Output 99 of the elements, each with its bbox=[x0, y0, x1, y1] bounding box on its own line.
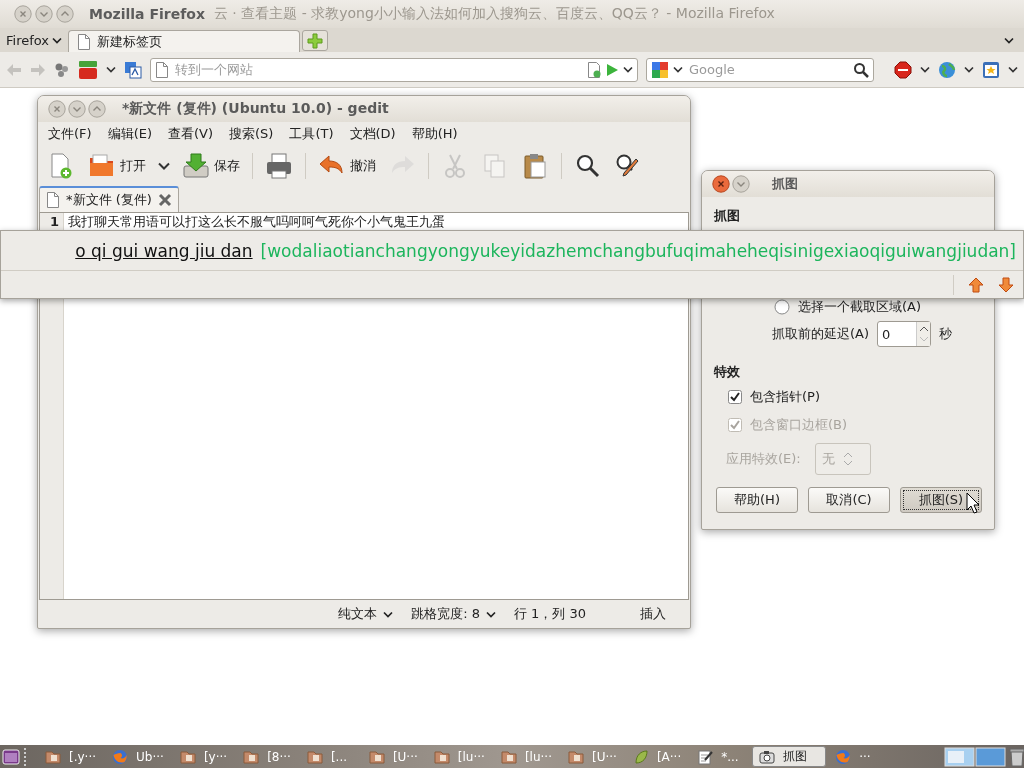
notepad-icon bbox=[697, 748, 714, 765]
undo-button[interactable]: 撤消 bbox=[314, 149, 380, 183]
folder-icon bbox=[500, 748, 517, 765]
unit-label: 秒 bbox=[939, 325, 953, 343]
document-tab[interactable]: *新文件 (复件) bbox=[39, 186, 179, 212]
caret-icon[interactable] bbox=[1004, 36, 1014, 44]
search-icon bbox=[574, 152, 602, 180]
tab-label: *新文件 (复件) bbox=[66, 191, 152, 209]
window-title: 抓图 bbox=[772, 175, 798, 193]
dots-icon[interactable] bbox=[54, 61, 70, 78]
page-icon bbox=[46, 192, 60, 208]
radio-label: 选择一个截取区域(A) bbox=[798, 298, 922, 316]
open-button[interactable]: 打开 bbox=[84, 149, 150, 183]
taskbar-item[interactable]: *... bbox=[690, 746, 751, 767]
folder-icon bbox=[243, 748, 260, 765]
down-arrow-icon[interactable] bbox=[998, 276, 1014, 293]
menu-item[interactable]: 编辑(E) bbox=[99, 125, 160, 143]
taskbar-item[interactable]: 抓图 bbox=[752, 746, 827, 767]
menu-item[interactable]: 搜索(S) bbox=[221, 125, 282, 143]
caret-icon[interactable] bbox=[920, 66, 930, 73]
workspace-switcher-icon[interactable] bbox=[944, 746, 1006, 767]
caret-icon[interactable] bbox=[1008, 66, 1018, 73]
colored-squares-icon[interactable] bbox=[651, 60, 669, 79]
preedit-text: o qi gui wang jiu dan bbox=[75, 240, 253, 261]
caret-icon[interactable] bbox=[623, 66, 633, 73]
taskbar-item[interactable]: ··· bbox=[828, 746, 889, 767]
checkbox-label: 包含窗口边框(B) bbox=[750, 416, 848, 434]
clipboard-icon bbox=[521, 152, 549, 180]
leaf-icon bbox=[632, 748, 649, 765]
video-icon[interactable] bbox=[78, 59, 98, 80]
taskbar-item[interactable]: [... bbox=[299, 746, 360, 767]
caret-icon[interactable] bbox=[383, 610, 394, 618]
search-field[interactable]: Google bbox=[687, 61, 849, 78]
folder-icon bbox=[368, 748, 385, 765]
taskbar-item[interactable]: [8··· bbox=[236, 746, 298, 767]
plus-icon bbox=[307, 32, 324, 49]
window-title: Mozilla Firefox bbox=[89, 6, 205, 22]
folder-icon bbox=[567, 748, 584, 765]
globe-icon bbox=[112, 748, 129, 765]
delay-spin-field[interactable]: 0 bbox=[877, 321, 932, 347]
dialog-button[interactable]: 抓图(S) bbox=[900, 487, 982, 513]
language-dropdown[interactable]: 纯文本 bbox=[338, 605, 394, 623]
folder-icon bbox=[433, 748, 450, 765]
camera-icon bbox=[759, 748, 776, 765]
updown-icon bbox=[842, 451, 853, 467]
star-page-icon[interactable] bbox=[982, 60, 1000, 79]
taskbar-item[interactable]: Ub··· bbox=[105, 746, 171, 767]
up-arrow-icon[interactable] bbox=[968, 276, 984, 293]
menu-item[interactable]: 帮助(H) bbox=[403, 125, 466, 143]
search-icon[interactable] bbox=[853, 61, 869, 78]
show-desktop-icon[interactable] bbox=[2, 747, 20, 766]
trash-icon[interactable] bbox=[1008, 746, 1024, 767]
translate-icon[interactable] bbox=[124, 60, 142, 79]
dialog-button[interactable]: 取消(C) bbox=[808, 487, 890, 513]
background-window-title: 云 · 查看主题 - 求教yong小小输入法如何加入搜狗云、百度云、QQ云？ - Mozilla Firefox bbox=[213, 5, 775, 23]
firefox-menu-button[interactable]: Firefox bbox=[0, 28, 69, 52]
save-button[interactable]: 保存 bbox=[178, 149, 244, 183]
browser-tab[interactable]: 新建标签页 bbox=[68, 30, 301, 52]
cursor-position: 行 1，列 30 bbox=[513, 605, 586, 623]
mouse-pointer-icon bbox=[966, 492, 980, 514]
close-button[interactable] bbox=[712, 175, 730, 193]
caret-icon[interactable] bbox=[52, 36, 63, 44]
globe-icon bbox=[835, 748, 852, 765]
dialog-button[interactable]: 帮助(H) bbox=[716, 487, 798, 513]
search-bar[interactable]: Google bbox=[646, 57, 874, 82]
window-title: *新文件 (复件) (Ubuntu 10.0) - gedit bbox=[122, 100, 389, 118]
taskbar-item[interactable]: [.y··· bbox=[38, 746, 104, 767]
caret-icon bbox=[158, 162, 170, 170]
checkbox[interactable] bbox=[728, 390, 742, 404]
close-icon[interactable] bbox=[157, 193, 172, 207]
effect-label: 应用特效(E): bbox=[726, 450, 801, 468]
menu-item[interactable]: 查看(V) bbox=[160, 125, 222, 143]
page-icon bbox=[155, 61, 169, 78]
radio-button[interactable] bbox=[774, 299, 790, 315]
save-icon bbox=[182, 152, 210, 180]
folder-icon bbox=[45, 748, 61, 765]
caret-icon[interactable] bbox=[485, 610, 496, 618]
taskbar-item[interactable]: [y··· bbox=[172, 746, 235, 767]
caret-icon[interactable] bbox=[106, 66, 116, 73]
folder-icon bbox=[306, 748, 323, 765]
printer-icon bbox=[265, 152, 293, 180]
menu-item[interactable]: 文件(F) bbox=[40, 125, 100, 143]
globe-icon[interactable] bbox=[938, 60, 956, 79]
section-heading: 特效 bbox=[714, 363, 741, 381]
checkbox-label: 包含指针(P) bbox=[750, 388, 820, 406]
caret-icon[interactable] bbox=[673, 66, 683, 73]
stop-sign-icon[interactable] bbox=[894, 60, 912, 79]
section-heading: 抓图 bbox=[714, 207, 741, 225]
insert-mode: 插入 bbox=[640, 605, 666, 623]
line-number: 1 bbox=[48, 213, 60, 231]
text-line: 我打聊天常用语可以打这么长不服气吗呵呵气死你个小气鬼王九蛋 bbox=[67, 213, 446, 231]
tab-width-dropdown[interactable]: 跳格宽度: 8 bbox=[411, 605, 496, 623]
folder-icon bbox=[179, 748, 196, 765]
delay-label: 抓取前的延迟(A) bbox=[772, 325, 870, 343]
bookmark-page-icon[interactable] bbox=[587, 61, 601, 78]
menu-item[interactable]: 工具(T) bbox=[281, 125, 342, 143]
caret-icon[interactable] bbox=[964, 66, 974, 73]
menu-item[interactable]: 文档(D) bbox=[341, 125, 404, 143]
page-icon bbox=[77, 33, 92, 50]
